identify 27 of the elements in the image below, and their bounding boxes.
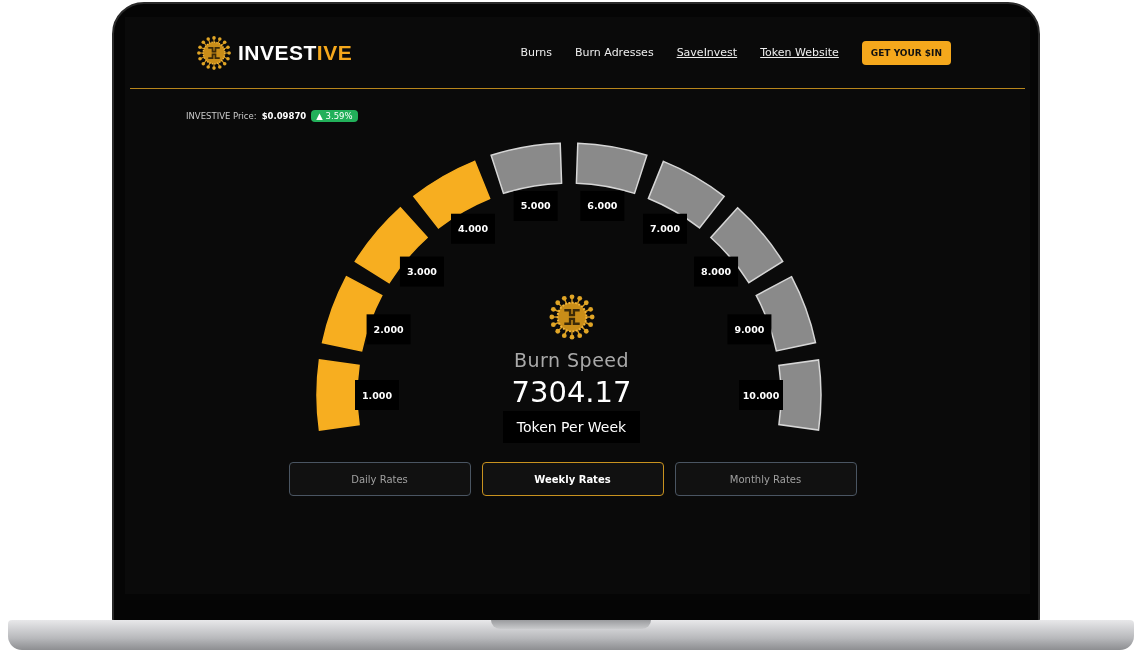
scale-label: 3.000: [399, 256, 444, 287]
scale-label: 4.000: [450, 213, 495, 244]
scale-label: 5.000: [513, 190, 558, 221]
scale-label: 6.000: [579, 190, 624, 221]
scale-label: 7.000: [642, 213, 687, 244]
price-label: INVESTIVE Price:: [186, 110, 257, 121]
rate-tab[interactable]: Weekly Rates: [481, 462, 664, 496]
logo-icon: [547, 293, 596, 341]
scale-label: 1.000: [354, 380, 399, 410]
nav-link[interactable]: SaveInvest: [676, 46, 738, 59]
scale-label: 9.000: [726, 314, 771, 345]
price-change-badge: ▲ 3.59%: [311, 109, 358, 122]
get-token-button[interactable]: GET YOUR $IN: [861, 40, 951, 65]
gauge-unit: Token Per Week: [502, 411, 641, 443]
gauge-title: Burn Speed: [513, 349, 630, 371]
rate-tab[interactable]: Daily Rates: [288, 462, 471, 496]
nav-link[interactable]: Token Website: [760, 46, 839, 59]
price-value: $0.09870: [261, 110, 307, 121]
nav-link[interactable]: Burns: [520, 46, 552, 59]
scale-label: 10.000: [738, 380, 783, 410]
nav-link[interactable]: Burn Adresses: [575, 46, 654, 59]
rate-tab[interactable]: Monthly Rates: [674, 462, 857, 496]
logo-wordmark: INVESTIVE: [238, 40, 353, 65]
scale-label: 2.000: [366, 314, 411, 345]
scale-label: 8.000: [693, 256, 738, 287]
gauge-value: 7304.17: [511, 375, 632, 409]
logo-icon: [196, 34, 232, 71]
